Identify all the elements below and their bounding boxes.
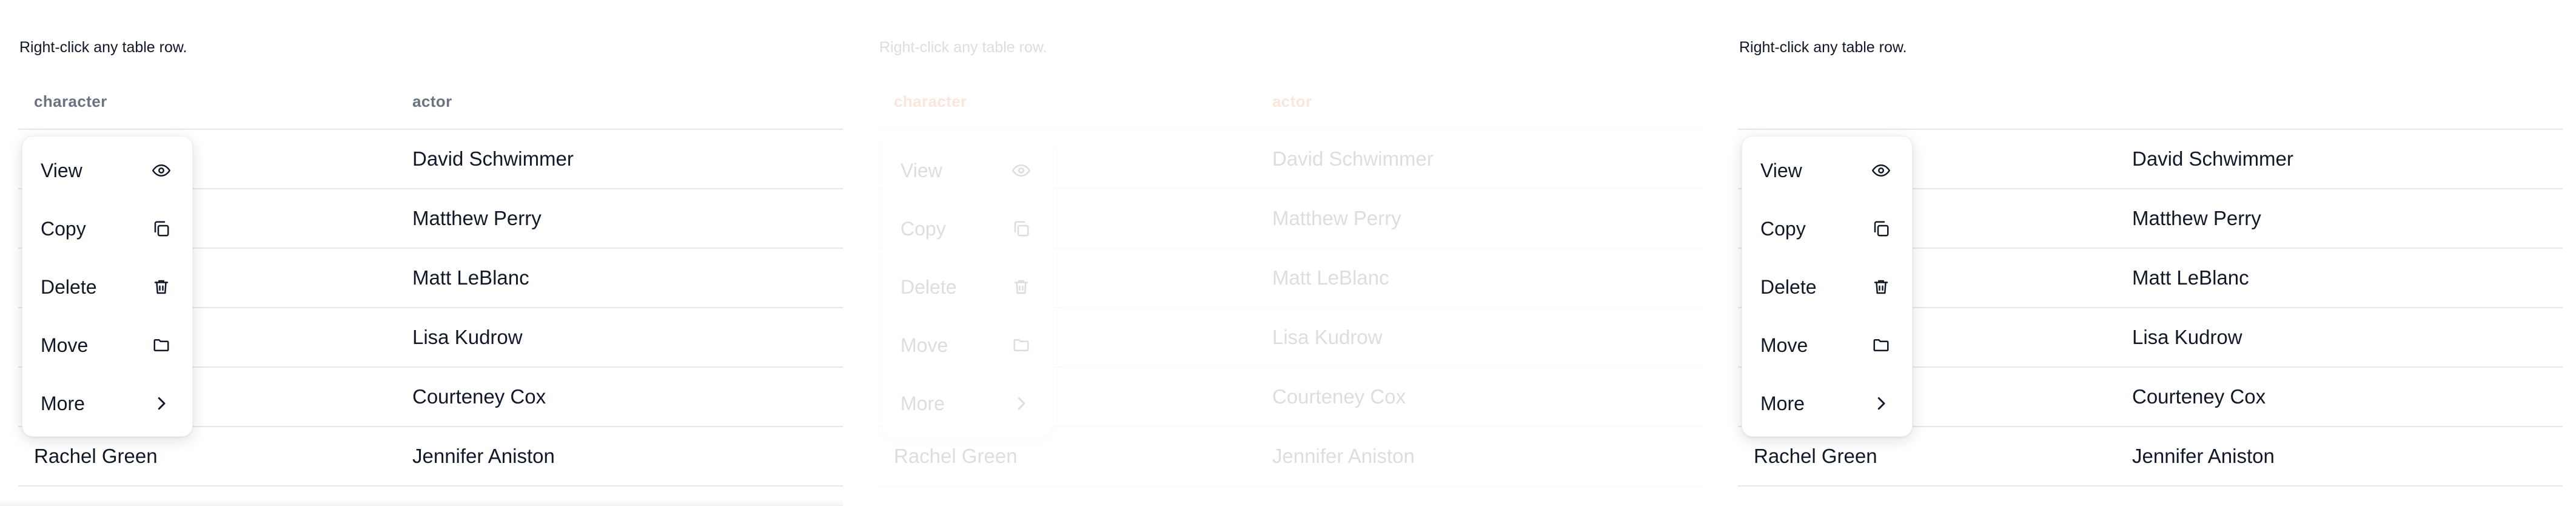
actor-cell: David Schwimmer [1272, 147, 1434, 170]
menu-item-label: Move [1760, 334, 1808, 356]
menu-item-delete[interactable]: Delete [1742, 258, 1912, 316]
state-panel-2: Right-click any table row. character act… [860, 0, 1703, 506]
eye-icon [152, 161, 170, 180]
actor-cell: Lisa Kudrow [2132, 326, 2242, 348]
menu-item-label: Move [901, 334, 948, 356]
actor-cell: Matthew Perry [1272, 207, 1401, 229]
actor-cell: Matthew Perry [2132, 207, 2261, 229]
menu-item-label: View [41, 160, 82, 181]
trash-icon [1872, 278, 1890, 296]
actor-cell: David Schwimmer [2132, 147, 2293, 170]
eye-icon [1012, 161, 1030, 180]
instruction-text: Right-click any table row. [19, 39, 187, 56]
menu-item-move[interactable]: Move [1742, 316, 1912, 374]
instruction-text: Right-click any table row. [1739, 39, 1907, 56]
menu-item-label: More [901, 393, 945, 414]
chevron-right-icon [152, 394, 170, 413]
context-menu: View Copy Delete Move More [1742, 136, 1913, 437]
menu-item-view[interactable]: View [1742, 141, 1912, 200]
column-header-character: character [894, 92, 967, 110]
menu-item-label: View [1760, 160, 1802, 181]
actor-cell: Matt LeBlanc [2132, 266, 2249, 289]
menu-item-copy[interactable]: Copy [882, 200, 1052, 258]
context-menu: View Copy Delete Move More [882, 136, 1053, 437]
menu-item-label: Copy [41, 218, 86, 240]
menu-item-more[interactable]: More [22, 374, 192, 433]
folder-icon [152, 336, 170, 354]
table-header [1738, 86, 2563, 130]
copy-icon [152, 220, 170, 238]
actor-cell: Lisa Kudrow [412, 326, 523, 348]
menu-item-label: Delete [901, 276, 957, 298]
menu-item-label: Delete [1760, 276, 1817, 298]
actor-cell: Courteney Cox [412, 385, 546, 408]
menu-item-copy[interactable]: Copy [22, 200, 192, 258]
eye-icon [1872, 161, 1890, 180]
actor-cell: Jennifer Aniston [1272, 445, 1415, 467]
column-header-actor: actor [412, 92, 452, 110]
menu-item-view[interactable]: View [22, 141, 192, 200]
actor-cell: Jennifer Aniston [2132, 445, 2275, 467]
menu-item-label: Copy [901, 218, 946, 240]
instruction-text: Right-click any table row. [879, 39, 1047, 56]
menu-item-label: View [901, 160, 942, 181]
menu-item-copy[interactable]: Copy [1742, 200, 1912, 258]
folder-icon [1872, 336, 1890, 354]
copy-icon [1012, 220, 1030, 238]
context-menu: View Copy Delete Move More [22, 136, 193, 437]
actor-cell: Matt LeBlanc [1272, 266, 1389, 289]
actor-cell: Jennifer Aniston [412, 445, 555, 467]
menu-item-move[interactable]: Move [22, 316, 192, 374]
menu-item-label: Move [41, 334, 89, 356]
menu-item-move[interactable]: Move [882, 316, 1052, 374]
menu-item-label: More [1760, 393, 1805, 414]
trash-icon [152, 278, 170, 296]
actor-cell: Courteney Cox [2132, 385, 2266, 408]
column-header-character: character [34, 92, 107, 110]
actor-cell: Matthew Perry [412, 207, 542, 229]
state-panel-1: Right-click any table row. character act… [0, 0, 843, 506]
column-header-actor: actor [1272, 92, 1312, 110]
menu-item-delete[interactable]: Delete [22, 258, 192, 316]
menu-item-label: Delete [41, 276, 97, 298]
menu-item-view[interactable]: View [882, 141, 1052, 200]
table-header: character actor [878, 86, 1703, 130]
actor-cell: Lisa Kudrow [1272, 326, 1383, 348]
actor-cell: Matt LeBlanc [412, 266, 529, 289]
table-header: character actor [18, 86, 843, 130]
menu-item-label: Copy [1760, 218, 1806, 240]
chevron-right-icon [1872, 394, 1890, 413]
menu-item-delete[interactable]: Delete [882, 258, 1052, 316]
menu-item-more[interactable]: More [1742, 374, 1912, 433]
copy-icon [1872, 220, 1890, 238]
chevron-right-icon [1012, 394, 1030, 413]
folder-icon [1012, 336, 1030, 354]
actor-cell: David Schwimmer [412, 147, 574, 170]
menu-item-more[interactable]: More [882, 374, 1052, 433]
panel-bottom-shadow [0, 500, 843, 506]
actor-cell: Courteney Cox [1272, 385, 1406, 408]
state-panel-3: Right-click any table row. Ross Geller D… [1720, 0, 2563, 506]
menu-item-label: More [41, 393, 85, 414]
trash-icon [1012, 278, 1030, 296]
